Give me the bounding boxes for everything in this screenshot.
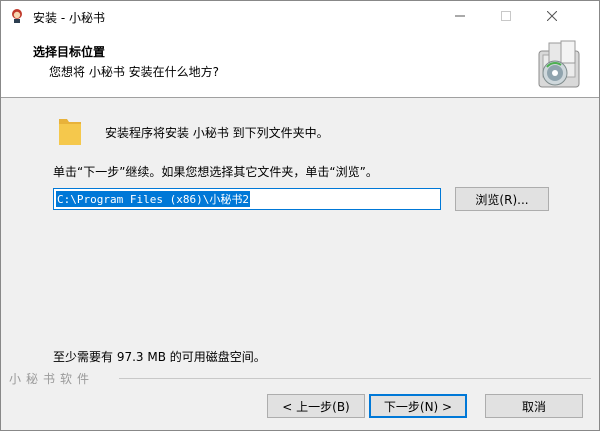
disk-space-text: 至少需要有 97.3 MB 的可用磁盘空间。 xyxy=(53,350,266,364)
instruction-text: 单击“下一步”继续。如果您想选择其它文件夹，单击“浏览”。 xyxy=(53,165,378,179)
page-subtitle: 您想将 小秘书 安装在什么地方? xyxy=(49,65,219,79)
wizard-header: 选择目标位置 您想将 小秘书 安装在什么地方? xyxy=(1,31,599,98)
maximize-icon xyxy=(501,11,511,21)
next-button[interactable]: 下一步(N) > xyxy=(369,394,467,418)
folder-icon xyxy=(59,119,81,145)
title-bar[interactable]: 安装 - 小秘书 xyxy=(1,1,599,31)
maximize-button[interactable] xyxy=(483,1,529,31)
page-title: 选择目标位置 xyxy=(33,45,106,59)
installer-disk-icon xyxy=(538,40,580,88)
minimize-button[interactable] xyxy=(437,1,483,31)
cancel-button[interactable]: 取消 xyxy=(485,394,583,418)
browse-button[interactable]: 浏览(R)... xyxy=(455,187,549,211)
install-path-input[interactable]: C:\Program Files (x86)\小秘书2 xyxy=(53,188,441,210)
install-path-value: C:\Program Files (x86)\小秘书2 xyxy=(56,191,250,207)
window-title: 安装 - 小秘书 xyxy=(33,11,105,25)
close-icon xyxy=(547,11,557,21)
close-button[interactable] xyxy=(529,1,575,31)
minimize-icon xyxy=(455,15,465,17)
brand-label: 小秘书软件 xyxy=(9,372,95,386)
footer-divider xyxy=(119,378,591,379)
back-button[interactable]: < 上一步(B) xyxy=(267,394,365,418)
install-intro-text: 安装程序将安装 小秘书 到下列文件夹中。 xyxy=(105,126,329,140)
app-logo-icon xyxy=(12,9,22,23)
installer-window: 安装 - 小秘书 选择目标位置 您想将 小秘书 安装在什么地方? 安装程序将安装… xyxy=(0,0,600,431)
